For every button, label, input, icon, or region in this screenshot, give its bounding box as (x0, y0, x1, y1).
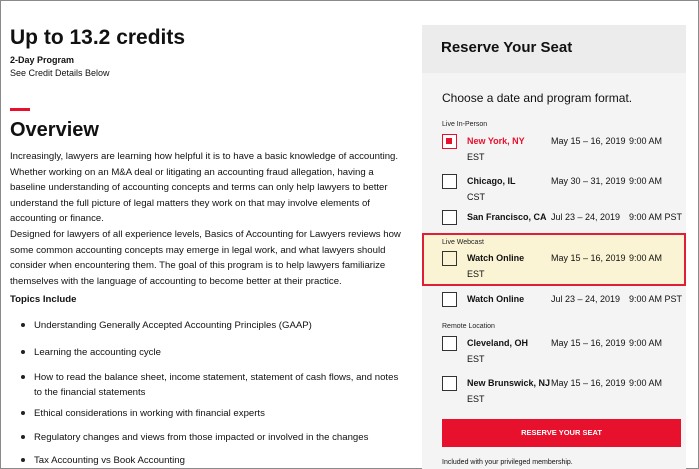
topic-text: Ethical considerations in working with f… (34, 408, 265, 419)
bullet-icon (21, 323, 25, 327)
bullet-icon (21, 411, 25, 415)
topic-text: Learning the accounting cycle (34, 347, 161, 358)
overview-paragraph-2: Designed for lawyers of all experience l… (10, 229, 401, 287)
session-time: 9:00 AM (629, 378, 663, 388)
topic-text: How to read the balance sheet, income st… (34, 372, 399, 398)
reserve-panel-overlay: Live Webcast Watch Online EST May 15 – 1… (422, 25, 686, 469)
session-time: 9:00 AM (629, 338, 663, 348)
topics-heading: Topics Include (10, 294, 77, 305)
bullet-icon (21, 350, 25, 354)
session-checkbox[interactable] (442, 376, 457, 391)
session-location: Watch Online (467, 294, 525, 304)
session-dates: May 15 – 16, 2019 (551, 338, 626, 348)
session-time: 9:00 AM PST (629, 294, 683, 304)
list-item: How to read the balance sheet, income st… (10, 370, 405, 400)
session-timezone: EST (467, 394, 485, 404)
session-location: New Brunswick, NJ (467, 378, 551, 388)
topic-text: Understanding Generally Accepted Account… (34, 320, 312, 331)
topic-text: Regulatory changes and views from those … (34, 432, 369, 443)
section-accent-bar (10, 108, 30, 111)
list-item: Understanding Generally Accepted Account… (10, 318, 405, 333)
overview-heading: Overview (10, 119, 99, 141)
session-location: Cleveland, OH (467, 338, 529, 348)
list-item: Learning the accounting cycle (10, 345, 405, 360)
topic-text: Tax Accounting vs Book Accounting (34, 455, 185, 466)
membership-note: Included with your privileged membership… (442, 459, 573, 466)
group-label-remote-location: Remote Location (442, 323, 495, 330)
bullet-icon (21, 458, 25, 462)
session-dates: May 15 – 16, 2019 (551, 253, 626, 263)
page-title: Up to 13.2 credits (10, 26, 186, 49)
bullet-icon (21, 375, 25, 379)
credit-details-link[interactable]: See Credit Details Below (10, 68, 110, 78)
session-dates: Jul 23 – 24, 2019 (551, 294, 621, 304)
list-item: Tax Accounting vs Book Accounting (10, 453, 405, 468)
list-item: Ethical considerations in working with f… (10, 406, 405, 421)
reserve-seat-button[interactable]: RESERVE YOUR SEAT (442, 419, 681, 447)
session-location: Watch Online (467, 253, 525, 263)
overview-paragraph-1: Increasingly, lawyers are learning how h… (10, 151, 399, 224)
session-timezone: EST (467, 269, 485, 279)
session-checkbox[interactable] (442, 292, 457, 307)
list-item: Regulatory changes and views from those … (10, 430, 405, 445)
session-checkbox[interactable] (442, 251, 457, 266)
session-dates: May 15 – 16, 2019 (551, 378, 626, 388)
session-checkbox[interactable] (442, 336, 457, 351)
session-timezone: EST (467, 354, 485, 364)
group-label-live-webcast: Live Webcast (442, 239, 484, 246)
program-type: 2-Day Program (10, 55, 75, 65)
bullet-icon (21, 435, 25, 439)
session-time: 9:00 AM (629, 253, 663, 263)
